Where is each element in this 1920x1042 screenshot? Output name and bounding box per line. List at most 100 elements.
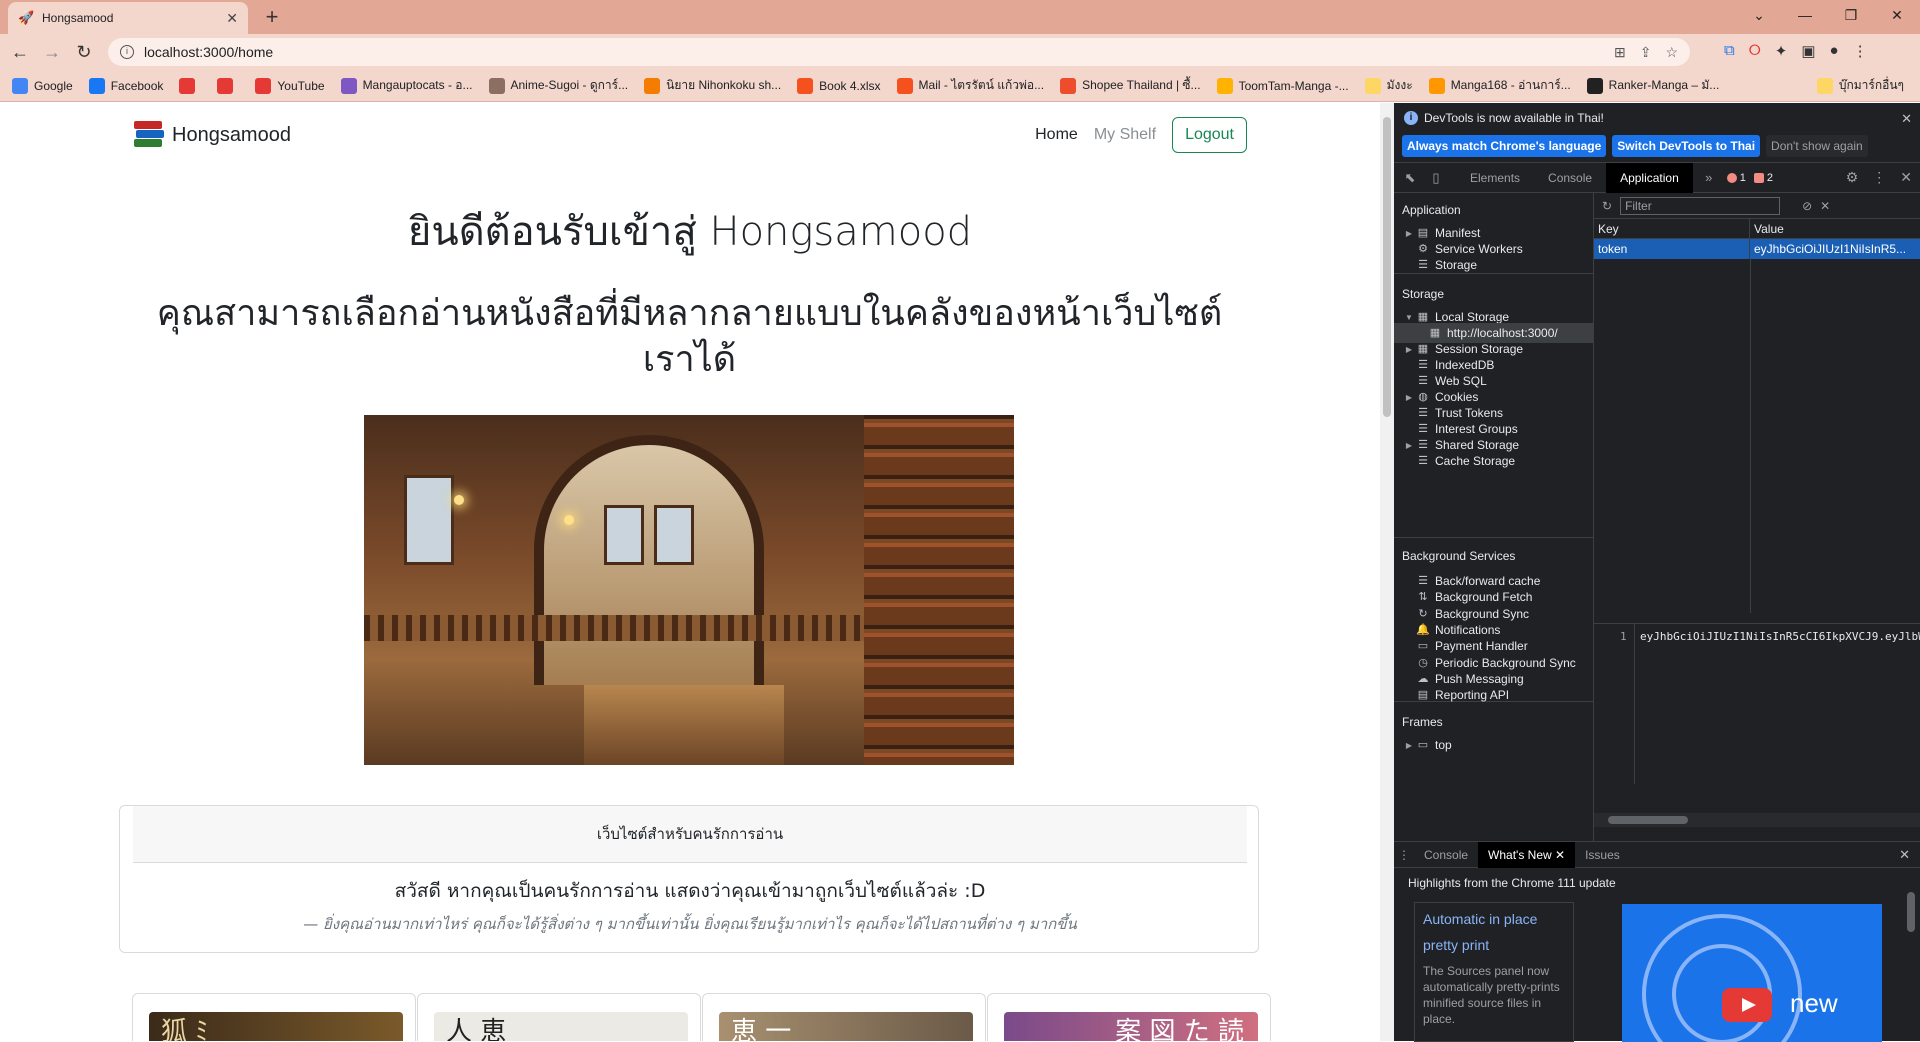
bookmark-item[interactable] [179, 77, 201, 94]
book-cover: 狐 ﾐ [149, 1012, 403, 1041]
play-video-icon[interactable] [1722, 988, 1772, 1022]
translate-icon[interactable]: ⊞ [1614, 44, 1626, 61]
clear-all-icon[interactable]: ⊘ [1802, 199, 1812, 213]
new-tab-button[interactable]: + [260, 6, 284, 30]
tab-application[interactable]: Application [1606, 162, 1693, 193]
sidebar-item-label: Local Storage [1435, 310, 1510, 324]
back-icon[interactable]: ← [10, 42, 30, 62]
reload-icon[interactable]: ↻ [74, 42, 94, 62]
drawer-scrollbar[interactable] [1904, 872, 1918, 1042]
sidebar-item[interactable]: ☰ Storage [1394, 255, 1593, 275]
close-drawer-icon[interactable]: ✕ [1899, 847, 1920, 863]
bookmark-item[interactable]: Ranker-Manga – มั... [1586, 76, 1719, 95]
site-info-icon[interactable]: i [120, 45, 134, 59]
card-title-link[interactable]: Automatic in place [1423, 911, 1565, 927]
nav-home-link[interactable]: Home [1035, 126, 1078, 144]
bookmark-item[interactable]: Mail - ไตรรัตน์ แก้วพ่อ... [896, 76, 1044, 95]
bookmark-item[interactable]: Facebook [88, 77, 163, 94]
close-window-icon[interactable]: ✕ [1874, 7, 1920, 24]
expand-arrow-icon[interactable]: ▶ [1402, 345, 1416, 354]
settings-gear-icon[interactable]: ⚙ [1846, 169, 1859, 186]
bookmark-item[interactable] [217, 77, 239, 94]
expand-arrow-icon[interactable]: ▼ [1402, 313, 1416, 322]
sidebar-item[interactable]: ☰ Cache Storage [1394, 451, 1593, 471]
extensions-puzzle-icon[interactable]: ✦ [1775, 42, 1788, 60]
manga-icon [1216, 77, 1233, 94]
restore-icon[interactable]: ❐ [1828, 7, 1874, 24]
more-tabs-icon[interactable]: » [1699, 170, 1719, 185]
delete-selected-icon[interactable]: ✕ [1820, 199, 1830, 213]
url-text[interactable]: localhost:3000/home [144, 44, 1614, 60]
address-bar[interactable]: i localhost:3000/home ⊞ ⇪ ☆ [108, 38, 1690, 66]
opera-extension-icon[interactable]: ⭘ [1749, 42, 1761, 60]
page-scrollbar[interactable] [1380, 103, 1394, 1041]
drawer-tab-issues[interactable]: Issues [1575, 842, 1630, 868]
other-bookmarks[interactable]: บุ๊กมาร์กอื่นๆ [1816, 76, 1904, 95]
close-tab-icon[interactable]: ✕ [1555, 848, 1565, 862]
close-banner-icon[interactable]: ✕ [1901, 111, 1912, 127]
tab-console[interactable]: Console [1534, 163, 1606, 193]
sidebar-item-label: Cookies [1435, 390, 1479, 404]
expand-arrow-icon[interactable]: ▶ [1402, 441, 1416, 450]
sidebar-item[interactable]: ▤ Reporting API [1394, 685, 1593, 705]
bookmark-item[interactable]: Manga168 - อ่านการ์... [1428, 76, 1571, 95]
inspect-element-icon[interactable]: ⬉ [1400, 170, 1420, 186]
whats-new-video-thumbnail[interactable]: new [1622, 904, 1882, 1042]
close-devtools-icon[interactable]: ✕ [1900, 169, 1912, 186]
card-pretty-print-link[interactable]: pretty print [1423, 937, 1565, 953]
book-cards-row: 狐 ﾐ 人 恵 恵 一 案 図 た 読 [132, 993, 1274, 1041]
horizontal-scrollbar[interactable] [1594, 813, 1920, 827]
drawer-menu-icon[interactable]: ⋮ [1394, 848, 1414, 862]
side-panel-icon[interactable]: ▣ [1801, 42, 1815, 60]
expand-arrow-icon[interactable]: ▶ [1402, 229, 1416, 238]
sidebar-item[interactable]: ▶ ▭ top [1394, 735, 1593, 755]
bookmark-item[interactable]: YouTube [255, 77, 325, 94]
bookmark-item[interactable]: มังงะ [1364, 76, 1413, 95]
bookmark-label: นิยาย Nihonkoku sh... [666, 78, 782, 92]
table-row[interactable]: token eyJhbGciOiJIUzI1NiIsInR5... [1594, 239, 1920, 259]
book-card[interactable]: 恵 一 [702, 993, 986, 1041]
bookmark-item[interactable]: Shopee Thailand | ซื้... [1060, 76, 1201, 95]
whats-new-highlight: Highlights from the Chrome 111 update [1408, 876, 1616, 890]
expand-arrow-icon[interactable]: ▶ [1402, 741, 1416, 750]
translate-extension-icon[interactable]: ⧉ [1724, 42, 1735, 60]
match-language-button[interactable]: Always match Chrome's language [1402, 135, 1607, 157]
row-key: token [1594, 239, 1750, 259]
refresh-icon[interactable]: ↻ [1602, 199, 1612, 213]
forward-icon[interactable]: → [42, 42, 62, 62]
switch-to-thai-button[interactable]: Switch DevTools to Thai [1612, 135, 1761, 157]
logout-button[interactable]: Logout [1172, 117, 1247, 153]
expand-arrow-icon[interactable]: ▶ [1402, 393, 1416, 402]
site-brand[interactable]: Hongsamood [132, 119, 291, 151]
share-icon[interactable]: ⇪ [1640, 44, 1652, 61]
bookmark-item[interactable]: Anime-Sugoi - ดูการ์... [488, 76, 628, 95]
issue-count-badge[interactable]: 2 [1753, 172, 1773, 184]
drawer-tab-whats-new[interactable]: What's New ✕ [1478, 841, 1576, 868]
tab-elements[interactable]: Elements [1456, 163, 1534, 193]
browser-tab[interactable]: 🚀 Hongsamood ✕ [8, 2, 248, 34]
error-count-badge[interactable]: 1 [1726, 172, 1746, 184]
value-column-header[interactable]: Value [1750, 219, 1920, 238]
dont-show-again-button[interactable]: Don't show again [1766, 135, 1868, 157]
devtools-menu-icon[interactable]: ⋮ [1872, 169, 1886, 186]
book-card[interactable]: 案 図 た 読 [987, 993, 1271, 1041]
device-toolbar-icon[interactable]: ▯ [1426, 170, 1446, 186]
menu-kebab-icon[interactable]: ⋮ [1853, 42, 1868, 60]
book-card[interactable]: 狐 ﾐ [132, 993, 416, 1041]
key-column-header[interactable]: Key [1594, 219, 1750, 238]
bookmark-star-icon[interactable]: ☆ [1665, 44, 1678, 61]
bookmark-item[interactable]: Mangauptocats - อ... [340, 76, 473, 95]
shopee-icon [1060, 77, 1077, 94]
minimize-icon[interactable]: — [1782, 7, 1828, 23]
filter-input[interactable]: Filter [1620, 196, 1781, 215]
tab-search-icon[interactable]: ⌄ [1736, 7, 1782, 24]
book-card[interactable]: 人 恵 [417, 993, 701, 1041]
close-tab-icon[interactable]: ✕ [226, 10, 238, 27]
bookmark-item[interactable]: Book 4.xlsx [797, 77, 881, 94]
drawer-tab-console[interactable]: Console [1414, 842, 1478, 868]
bookmark-item[interactable]: ToomTam-Manga -... [1216, 77, 1349, 94]
profile-avatar[interactable]: ● [1830, 42, 1839, 60]
nav-my-shelf-link[interactable]: My Shelf [1094, 126, 1156, 144]
bookmark-item[interactable]: นิยาย Nihonkoku sh... [644, 76, 781, 95]
bookmark-item[interactable]: Google [12, 77, 73, 94]
